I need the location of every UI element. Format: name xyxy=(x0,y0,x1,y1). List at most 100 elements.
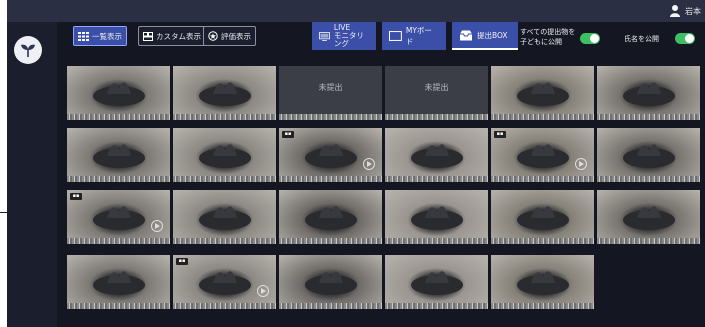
submission-tile[interactable] xyxy=(67,255,170,309)
view-custom-button[interactable]: カスタム表示 xyxy=(138,26,206,46)
clay-work-image xyxy=(305,271,357,295)
name-strip xyxy=(173,114,276,120)
submission-tile[interactable] xyxy=(67,128,170,182)
submission-tile[interactable] xyxy=(491,255,594,309)
public-all-label-line1: すべての提出物を xyxy=(520,28,576,36)
name-strip xyxy=(67,176,170,182)
video-badge-icon: ▪▪ xyxy=(176,258,188,265)
name-strip xyxy=(67,114,170,120)
name-strip xyxy=(491,176,594,182)
view-eval-button[interactable]: 評価表示 xyxy=(203,26,256,46)
video-badge-icon: ▪▪ xyxy=(70,193,82,200)
app-logo[interactable] xyxy=(14,36,42,64)
play-icon[interactable] xyxy=(363,158,375,170)
name-strip xyxy=(385,303,488,309)
name-strip xyxy=(173,176,276,182)
view-custom-label: カスタム表示 xyxy=(156,31,201,41)
submission-tile[interactable] xyxy=(173,66,276,120)
submission-tile[interactable] xyxy=(597,190,700,244)
public-all-label-line2: 子どもに公開 xyxy=(520,38,562,46)
submission-tile[interactable] xyxy=(597,66,700,120)
name-strip xyxy=(173,303,276,309)
clay-work-image xyxy=(623,82,675,106)
name-strip xyxy=(385,176,488,182)
submission-tile[interactable] xyxy=(491,66,594,120)
submission-tile[interactable] xyxy=(173,190,276,244)
sprout-icon xyxy=(21,44,35,57)
clay-work-image xyxy=(93,271,145,295)
monitor-icon xyxy=(319,31,330,41)
name-strip xyxy=(491,238,594,244)
top-bar: 岩本 xyxy=(7,0,705,22)
clay-work-image xyxy=(517,206,569,230)
submission-tile[interactable] xyxy=(597,128,700,182)
submission-tile[interactable]: 未提出 xyxy=(279,66,382,120)
submission-tile[interactable] xyxy=(385,190,488,244)
play-icon[interactable] xyxy=(257,285,269,297)
submission-tile[interactable]: ▪▪ xyxy=(279,128,382,182)
clay-work-image xyxy=(93,82,145,106)
user-menu[interactable]: 岩本 xyxy=(668,3,701,19)
clay-work-image xyxy=(517,271,569,295)
not-submitted-label: 未提出 xyxy=(318,83,343,92)
video-badge-icon: ▪▪ xyxy=(494,131,506,138)
clay-work-image xyxy=(411,271,463,295)
app-frame: 岩本 一覧表示 カスタム表示 評価表示 LIVE モニタリング MYボード 提出… xyxy=(7,0,705,327)
submission-tile[interactable] xyxy=(173,128,276,182)
clay-work-image xyxy=(623,206,675,230)
clay-work-image xyxy=(199,206,251,230)
name-strip xyxy=(279,114,382,120)
view-list-label: 一覧表示 xyxy=(92,31,122,41)
submission-tile[interactable] xyxy=(385,255,488,309)
play-icon[interactable] xyxy=(151,220,163,232)
name-strip xyxy=(597,176,700,182)
edge-marker xyxy=(0,212,7,213)
name-strip xyxy=(173,238,276,244)
name-strip xyxy=(385,238,488,244)
clay-work-image xyxy=(517,82,569,106)
name-strip xyxy=(279,176,382,182)
public-all-toggle[interactable] xyxy=(580,33,600,44)
name-strip xyxy=(67,238,170,244)
name-strip xyxy=(597,238,700,244)
submit-box-label: 提出BOX xyxy=(477,30,508,40)
submission-tile[interactable]: 未提出 xyxy=(385,66,488,120)
evaluation-icon xyxy=(208,31,218,41)
show-names-label: 氏名を公開 xyxy=(624,35,659,43)
submission-tile[interactable] xyxy=(491,190,594,244)
submission-tile[interactable] xyxy=(279,190,382,244)
submit-box-button[interactable]: 提出BOX xyxy=(452,22,518,50)
clay-work-image xyxy=(199,82,251,106)
submission-tile[interactable]: ▪▪ xyxy=(491,128,594,182)
view-list-button[interactable]: 一覧表示 xyxy=(73,26,127,46)
submission-tile[interactable] xyxy=(279,255,382,309)
myboard-label: MYボード xyxy=(405,26,432,46)
name-strip xyxy=(279,303,382,309)
video-badge-icon: ▪▪ xyxy=(282,131,294,138)
name-strip xyxy=(279,238,382,244)
submission-tile[interactable] xyxy=(385,128,488,182)
show-names-toggle[interactable] xyxy=(675,33,695,44)
public-all-label: すべての提出物を 子どもに公開 xyxy=(520,27,575,47)
clay-work-image xyxy=(623,144,675,168)
name-strip xyxy=(491,114,594,120)
custom-layout-icon xyxy=(143,31,153,41)
clay-work-image xyxy=(411,144,463,168)
clay-work-image xyxy=(93,144,145,168)
live-monitoring-button[interactable]: LIVE モニタリング xyxy=(312,22,376,50)
submission-tile[interactable]: ▪▪ xyxy=(67,190,170,244)
name-strip xyxy=(385,114,488,120)
user-avatar-icon xyxy=(670,5,680,17)
myboard-button[interactable]: MYボード xyxy=(382,22,446,50)
play-icon[interactable] xyxy=(575,158,587,170)
clay-work-image xyxy=(199,144,251,168)
clay-work-image xyxy=(305,206,357,230)
submission-tile[interactable] xyxy=(67,66,170,120)
view-eval-label: 評価表示 xyxy=(221,31,251,41)
name-strip xyxy=(597,114,700,120)
submission-tile[interactable]: ▪▪ xyxy=(173,255,276,309)
grid-icon xyxy=(78,31,89,41)
board-icon xyxy=(389,31,402,41)
inbox-icon xyxy=(460,30,472,40)
clay-work-image xyxy=(411,206,463,230)
